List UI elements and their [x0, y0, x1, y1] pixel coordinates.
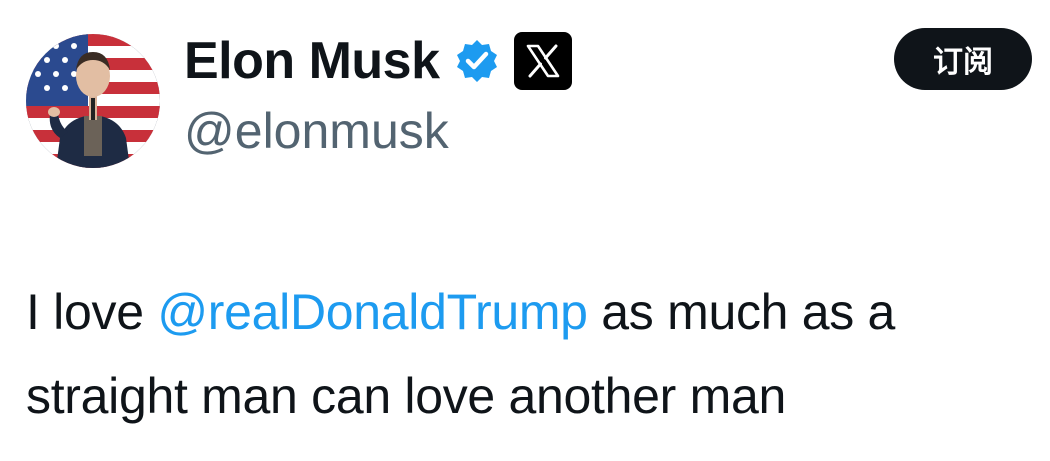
user-handle[interactable]: @elonmusk: [184, 104, 449, 159]
mention-link[interactable]: @realDonaldTrump: [157, 284, 588, 340]
display-name[interactable]: Elon Musk: [184, 35, 440, 87]
tweet-card: Elon Musk @elonmusk 订阅 I love @realDonal…: [0, 0, 1050, 461]
verified-badge-icon[interactable]: [454, 38, 500, 84]
tweet-text-start: I love: [26, 284, 158, 340]
avatar[interactable]: [26, 34, 160, 168]
tweet-text: I love @realDonaldTrump as much as a str…: [26, 270, 1046, 438]
name-row: Elon Musk: [184, 28, 572, 94]
avatar-image: [26, 34, 160, 168]
x-logo-icon[interactable]: [513, 32, 572, 90]
subscribe-button[interactable]: 订阅: [894, 28, 1032, 90]
